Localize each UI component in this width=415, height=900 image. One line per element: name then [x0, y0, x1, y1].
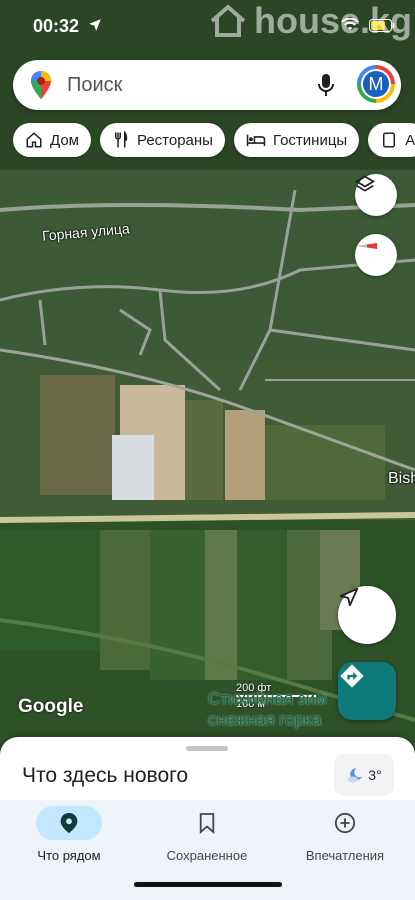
nav-contribute-icon-wrap	[312, 806, 378, 840]
avatar-letter: M	[361, 69, 391, 99]
nav-explore[interactable]: Что рядом	[0, 806, 138, 863]
nav-contribute-label: Впечатления	[305, 848, 385, 863]
search-bar[interactable]: M	[13, 60, 401, 110]
chip-hotels-label: Гостиницы	[272, 131, 348, 149]
google-logo: Google	[18, 696, 84, 717]
home-icon	[26, 132, 42, 148]
directions-button[interactable]	[338, 662, 396, 720]
poi-label[interactable]: Стихийная зим снежная горка	[208, 688, 327, 730]
avatar[interactable]: M	[357, 65, 395, 103]
nav-saved-icon-wrap	[174, 806, 240, 840]
maps-pin-icon	[31, 71, 51, 99]
restaurant-icon	[114, 131, 128, 148]
chip-restaurants[interactable]: Рестораны	[99, 123, 225, 157]
sheet-title: Что здесь нового	[22, 764, 189, 787]
status-time: 00:32	[33, 16, 80, 36]
watermark-text: house.kg	[254, 0, 413, 41]
temperature: 3°	[368, 767, 382, 783]
satellite-map[interactable]: Горная улица Bishke Google 200 фт 100 м …	[0, 0, 415, 760]
compass-button[interactable]	[355, 234, 397, 276]
nav-saved[interactable]: Сохраненное	[138, 806, 276, 863]
compass-icon	[357, 243, 377, 249]
directions-icon	[340, 664, 364, 688]
nav-explore-label: Что рядом	[37, 848, 101, 863]
layers-button[interactable]	[355, 174, 397, 216]
chip-attractions[interactable]: А	[368, 123, 415, 157]
city-label: Bishke	[388, 470, 415, 487]
house-icon	[210, 4, 246, 37]
chip-home-label: Дом	[50, 131, 79, 149]
chip-home[interactable]: Дом	[13, 123, 91, 157]
nav-saved-label: Сохраненное	[166, 848, 248, 863]
moon-cloud-icon	[347, 768, 363, 783]
poi-label-line1: Стихийная зим	[208, 689, 327, 708]
bookmark-icon	[199, 813, 215, 834]
weather-badge[interactable]: 3°	[334, 754, 394, 796]
sheet-handle[interactable]	[186, 746, 228, 751]
search-input[interactable]	[65, 72, 289, 98]
my-location-button[interactable]	[338, 586, 396, 644]
attraction-icon	[383, 132, 396, 148]
category-chips: Дом Рестораны Гостиницы А	[13, 123, 415, 157]
location-arrow-icon	[89, 19, 101, 31]
poi-label-line2: снежная горка	[208, 710, 322, 729]
add-circle-icon	[334, 812, 356, 834]
map-imagery	[0, 0, 415, 760]
nav-explore-icon-wrap	[36, 806, 102, 840]
navigation-arrow-icon	[339, 587, 359, 607]
nav-contribute[interactable]: Впечатления	[276, 806, 414, 863]
chip-attractions-label: А	[405, 131, 415, 149]
chip-restaurants-label: Рестораны	[136, 131, 213, 149]
home-indicator[interactable]	[134, 882, 282, 887]
hotel-icon	[246, 134, 266, 147]
layers-icon	[355, 175, 375, 192]
microphone-icon[interactable]	[317, 73, 335, 97]
chip-hotels[interactable]: Гостиницы	[233, 123, 360, 157]
location-pin-icon	[60, 813, 78, 833]
watermark: house.kg	[208, 0, 412, 42]
